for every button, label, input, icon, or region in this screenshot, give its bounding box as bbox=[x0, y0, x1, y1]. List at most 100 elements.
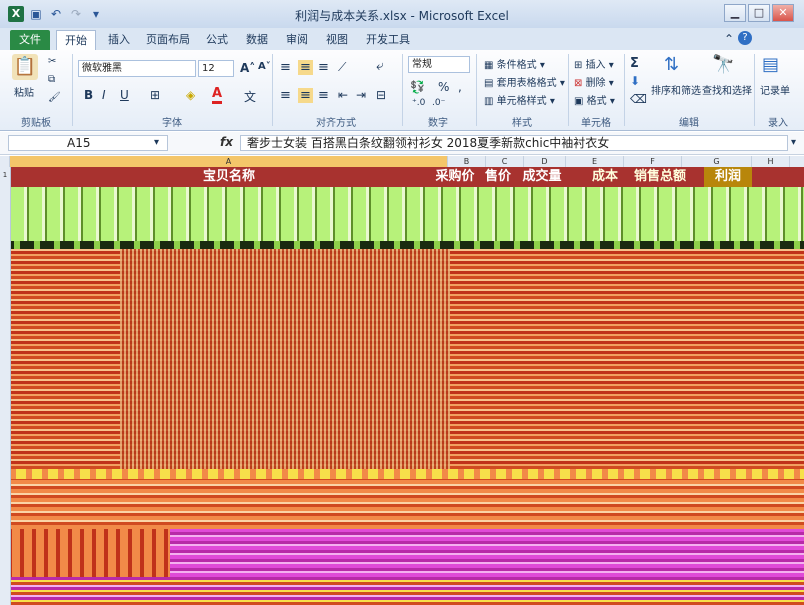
orientation-icon[interactable]: ⟋ bbox=[338, 60, 346, 75]
record-form-icon[interactable]: ▤ bbox=[762, 54, 779, 75]
format-as-table-button[interactable]: ▤ 套用表格格式 ▾ bbox=[484, 74, 565, 89]
copy-icon[interactable]: ⧉ bbox=[48, 74, 55, 85]
formula-input[interactable]: 奢步士女装 百搭黑白条纹翻领衬衫女 2018夏季新款chic中袖衬衣女 bbox=[240, 135, 788, 151]
worksheet-grid[interactable]: 宝贝名称 采购价 售价 成交量 成本 销售总额 利润 bbox=[0, 167, 804, 605]
header-cell-volume[interactable]: 成交量 bbox=[520, 167, 564, 187]
align-center-icon[interactable]: ≡ bbox=[298, 88, 313, 103]
conditional-format-button[interactable]: ▦ 条件格式 ▾ bbox=[484, 56, 545, 71]
align-right-icon[interactable]: ≡ bbox=[318, 88, 329, 103]
formula-bar: A15 ▾ fx 奢步士女装 百搭黑白条纹翻领衬衫女 2018夏季新款chic中… bbox=[0, 132, 804, 155]
increase-indent-icon[interactable]: ⇥ bbox=[356, 88, 366, 102]
fx-icon[interactable]: fx bbox=[220, 135, 233, 149]
row-headers: 1 bbox=[0, 167, 11, 605]
italic-button[interactable]: I bbox=[102, 88, 106, 102]
name-box-dropdown-icon[interactable]: ▾ bbox=[154, 137, 159, 148]
header-cell-total-cost[interactable]: 成本 bbox=[584, 167, 626, 187]
underline-button[interactable]: U bbox=[120, 88, 129, 102]
minimize-button[interactable]: ▁ bbox=[724, 4, 746, 22]
font-name-combo[interactable]: 微软雅黑 bbox=[78, 60, 196, 77]
tab-file[interactable]: 文件 bbox=[10, 30, 50, 50]
find-select-button[interactable]: 查找和选择 bbox=[702, 82, 752, 97]
undo-icon[interactable]: ↶ bbox=[48, 6, 64, 22]
header-cell-name[interactable]: 宝贝名称 bbox=[10, 167, 448, 187]
header-cell-cost[interactable]: 采购价 bbox=[434, 167, 476, 187]
cut-icon[interactable]: ✂ bbox=[48, 56, 56, 67]
column-header-h[interactable]: H bbox=[752, 156, 790, 167]
sort-filter-button[interactable]: 排序和筛选 bbox=[651, 82, 701, 97]
autosum-button[interactable]: Σ bbox=[630, 56, 639, 71]
ribbon-minimize-icon[interactable]: ⌃ bbox=[724, 32, 734, 46]
glitch-band-left bbox=[0, 529, 170, 577]
help-icon[interactable]: ? bbox=[738, 31, 752, 45]
tab-insert[interactable]: 插入 bbox=[102, 30, 136, 50]
format-painter-icon[interactable]: 🖌 bbox=[48, 92, 61, 103]
tab-view[interactable]: 视图 bbox=[320, 30, 354, 50]
align-middle-icon[interactable]: ≡ bbox=[298, 60, 313, 75]
column-header-d[interactable]: D bbox=[524, 156, 566, 167]
customize-icon[interactable]: ▾ bbox=[88, 6, 104, 22]
grow-font-icon[interactable]: A˄ bbox=[240, 61, 255, 75]
tab-home[interactable]: 开始 bbox=[56, 30, 96, 50]
paste-button[interactable]: 粘贴 bbox=[14, 84, 34, 99]
cells-group-label: 单元格 bbox=[581, 118, 611, 129]
header-row: 宝贝名称 采购价 售价 成交量 成本 销售总额 利润 bbox=[0, 167, 804, 187]
decrease-decimal-icon[interactable]: .0⁻ bbox=[432, 98, 445, 108]
close-button[interactable]: ✕ bbox=[772, 4, 794, 22]
maximize-button[interactable]: □ bbox=[748, 4, 770, 22]
tab-formulas[interactable]: 公式 bbox=[200, 30, 234, 50]
increase-decimal-icon[interactable]: ⁺.0 bbox=[412, 98, 425, 108]
ribbon-home: 📋 粘贴 ✂ ⧉ 🖌 剪贴板 微软雅黑 12 A˄ A˅ B I U ⊞ ◈ A… bbox=[0, 50, 804, 131]
fill-color-icon[interactable]: ◈ bbox=[186, 88, 195, 102]
sort-filter-icon[interactable]: ⇅ bbox=[664, 54, 679, 75]
phonetic-icon[interactable]: 文 bbox=[244, 88, 256, 105]
clear-icon[interactable]: ⌫ bbox=[630, 92, 647, 106]
align-bottom-icon[interactable]: ≡ bbox=[318, 60, 329, 75]
delete-cells-button[interactable]: ⊠ 删除 ▾ bbox=[574, 74, 614, 89]
column-header-c[interactable]: C bbox=[486, 156, 524, 167]
tab-page-layout[interactable]: 页面布局 bbox=[142, 30, 194, 50]
record-form-button[interactable]: 记录单 bbox=[760, 82, 790, 97]
insert-cells-button[interactable]: ⊞ 插入 ▾ bbox=[574, 56, 614, 71]
font-color-icon[interactable]: A bbox=[212, 86, 223, 104]
bold-button[interactable]: B bbox=[84, 88, 93, 102]
header-cell-sales[interactable]: 销售总额 bbox=[630, 167, 690, 187]
delete-icon: ⊠ bbox=[574, 78, 586, 89]
header-cell-price[interactable]: 售价 bbox=[478, 167, 518, 187]
find-select-icon[interactable]: 🔭 bbox=[712, 54, 734, 75]
align-top-icon[interactable]: ≡ bbox=[280, 60, 291, 75]
percent-button[interactable]: % bbox=[438, 80, 449, 94]
expand-formula-icon[interactable]: ▾ bbox=[791, 137, 796, 148]
decrease-indent-icon[interactable]: ⇤ bbox=[338, 88, 348, 102]
column-header-f[interactable]: F bbox=[624, 156, 682, 167]
select-all-corner[interactable] bbox=[0, 156, 10, 167]
header-cell-profit[interactable]: 利润 bbox=[704, 167, 752, 187]
format-cells-button[interactable]: ▣ 格式 ▾ bbox=[574, 92, 615, 107]
column-header-b[interactable]: B bbox=[448, 156, 486, 167]
number-format-combo[interactable]: 常规 bbox=[408, 56, 470, 73]
number-group-label: 数字 bbox=[428, 118, 448, 129]
fill-icon[interactable]: ⬇ bbox=[630, 74, 640, 88]
save-icon[interactable]: ▣ bbox=[28, 6, 44, 22]
excel-icon[interactable]: X bbox=[8, 6, 24, 22]
column-header-e[interactable]: E bbox=[566, 156, 624, 167]
tab-developer[interactable]: 开发工具 bbox=[362, 30, 414, 50]
group-divider bbox=[402, 54, 403, 126]
merge-center-icon[interactable]: ⊟ bbox=[376, 88, 386, 102]
cell-styles-button[interactable]: ▥ 单元格样式 ▾ bbox=[484, 92, 555, 107]
paste-icon[interactable]: 📋 bbox=[12, 54, 38, 80]
shrink-font-icon[interactable]: A˅ bbox=[258, 61, 271, 72]
column-header-a[interactable]: A bbox=[10, 156, 448, 167]
font-size-combo[interactable]: 12 bbox=[198, 60, 234, 77]
comma-button[interactable]: , bbox=[458, 80, 462, 94]
align-left-icon[interactable]: ≡ bbox=[280, 88, 291, 103]
wrap-text-icon[interactable]: ⤶ bbox=[376, 58, 384, 74]
tab-data[interactable]: 数据 bbox=[240, 30, 274, 50]
tab-review[interactable]: 审阅 bbox=[280, 30, 314, 50]
redo-icon[interactable]: ↷ bbox=[68, 6, 84, 22]
currency-icon[interactable]: 💱 bbox=[410, 80, 425, 94]
column-header-g[interactable]: G bbox=[682, 156, 752, 167]
name-box[interactable]: A15 bbox=[8, 135, 168, 151]
row-header-1[interactable]: 1 bbox=[0, 171, 10, 179]
group-divider bbox=[272, 54, 273, 126]
borders-icon[interactable]: ⊞ bbox=[150, 88, 160, 102]
